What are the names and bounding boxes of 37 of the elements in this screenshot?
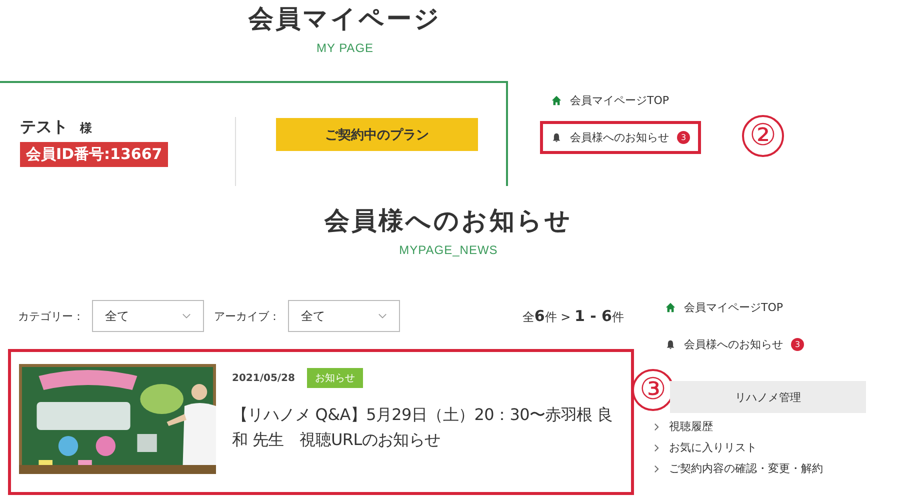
member-id-label: 会員ID番号:13667: [20, 142, 168, 167]
sidebar-link[interactable]: 会員様へのお知らせ: [570, 130, 669, 145]
page-subtitle: MYPAGE_NEWS: [398, 243, 499, 257]
section-header: リハノメ管理: [670, 381, 866, 413]
notification-badge: 3: [677, 131, 690, 144]
news-item[interactable]: 2021/05/28 お知らせ 【リハノメ Q&A】5月29日（土）20：30〜赤羽根 良和 先生 視聴URLのお知らせ: [8, 349, 634, 495]
chevron-right-icon: [654, 444, 659, 452]
menu-link[interactable]: お気に入りリスト: [669, 440, 757, 455]
chevron-right-icon: [654, 464, 659, 472]
plan-button[interactable]: ご契約中のプラン: [276, 118, 478, 151]
news-title: 【リハノメ Q&A】5月29日（土）20：30〜赤羽根 良和 先生 視聴URLのお知らせ: [232, 404, 614, 451]
page-title: 会員マイページ: [247, 3, 442, 35]
bell-icon: [551, 132, 562, 143]
news-date: 2021/05/28: [232, 372, 295, 384]
sidebar-link[interactable]: 会員マイページTOP: [570, 93, 670, 108]
filter-dropdown[interactable]: 全て: [288, 300, 400, 332]
filter-dropdown[interactable]: 全て: [92, 300, 204, 332]
menu-link[interactable]: 視聴履歴: [669, 419, 713, 434]
page-title: 会員様へのお知らせ: [323, 205, 574, 237]
page-subtitle: MY PAGE: [315, 41, 375, 55]
filter-label: カテゴリー：: [18, 308, 84, 324]
callout-number: ②: [742, 115, 784, 157]
chevron-down-icon: [378, 313, 387, 319]
filter-label: アーカイブ：: [214, 308, 280, 324]
notification-badge: 3: [791, 338, 804, 351]
chevron-right-icon: [654, 422, 659, 430]
menu-link[interactable]: ご契約内容の確認・変更・解約: [669, 461, 823, 476]
chevron-down-icon: [182, 313, 191, 319]
home-icon: [665, 302, 676, 313]
sidebar-link[interactable]: 会員様へのお知らせ: [684, 337, 783, 352]
result-count: 全6件 > 1 - 6件: [522, 306, 624, 326]
bell-icon: [665, 339, 676, 350]
sidebar-link[interactable]: 会員マイページTOP: [684, 300, 784, 315]
category-tag: お知らせ: [306, 368, 363, 388]
member-name: テスト: [20, 117, 68, 138]
honorific: 様: [80, 120, 92, 137]
home-icon: [551, 95, 562, 106]
